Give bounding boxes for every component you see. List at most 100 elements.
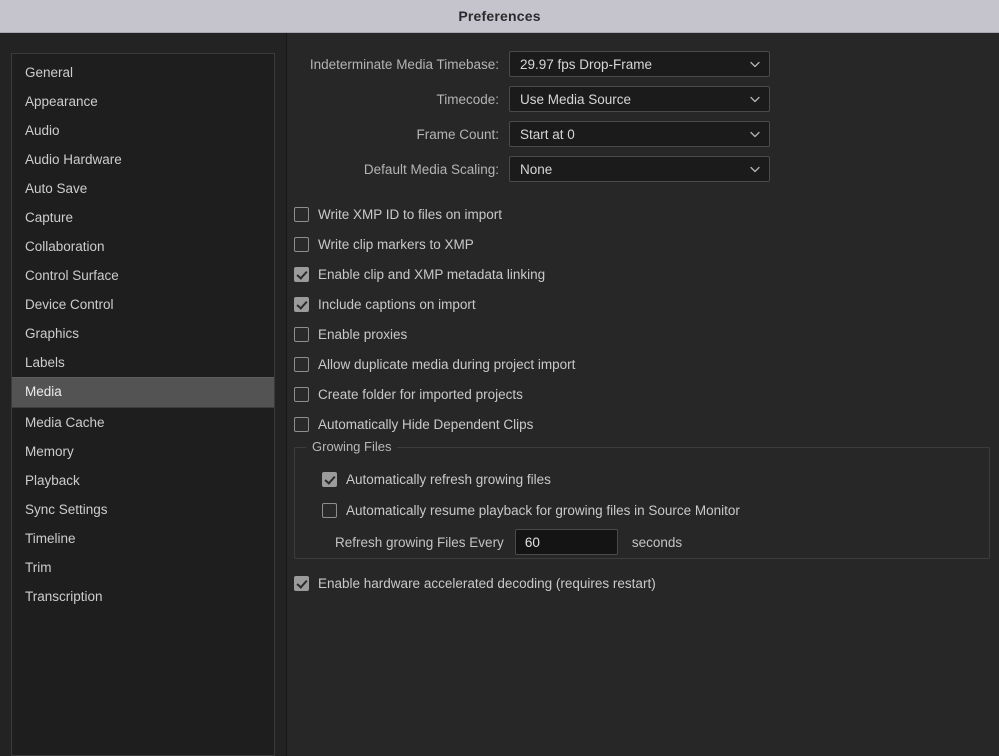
sidebar-item-playback[interactable]: Playback <box>12 466 274 495</box>
checkbox-label: Allow duplicate media during project imp… <box>318 356 576 372</box>
dropdown-indeterminate-media-timebase[interactable]: 29.97 fps Drop-Frame <box>509 51 770 77</box>
field-label: Indeterminate Media Timebase: <box>309 56 499 72</box>
chevron-down-icon <box>750 96 760 103</box>
checkbox-row-write-xmp-id-to-files-on-import[interactable]: Write XMP ID to files on import <box>294 201 999 227</box>
dropdown-timecode[interactable]: Use Media Source <box>509 86 770 112</box>
field-label: Frame Count: <box>416 126 499 142</box>
chevron-down-icon <box>750 131 760 138</box>
sidebar-item-label: Media <box>25 384 62 399</box>
chevron-down-icon <box>750 166 760 173</box>
sidebar-item-label: Sync Settings <box>25 502 108 517</box>
sidebar-item-label: Collaboration <box>25 239 105 254</box>
checkbox-label: Automatically resume playback for growin… <box>346 502 740 518</box>
sidebar-item-timeline[interactable]: Timeline <box>12 524 274 553</box>
checkbox-label: Automatically Hide Dependent Clips <box>318 416 534 432</box>
dialog-body: General Appearance Audio Audio Hardware Auto… <box>0 33 999 756</box>
sidebar-item-trim[interactable]: Trim <box>12 553 274 582</box>
sidebar-item-label: Auto Save <box>25 181 88 196</box>
field-row-timecode: Timecode: Use Media Source <box>287 86 999 112</box>
sidebar-item-auto-save[interactable]: Auto Save <box>12 174 274 203</box>
checkbox-row-enable-proxies[interactable]: Enable proxies <box>294 321 999 347</box>
field-label: Timecode: <box>436 91 499 107</box>
dropdown-selected-value: 29.97 fps Drop-Frame <box>520 56 653 72</box>
sidebar-item-labels[interactable]: Labels <box>12 348 274 377</box>
checkbox-label: Automatically refresh growing files <box>346 471 551 487</box>
refresh-interval-input[interactable]: 60 <box>514 529 618 555</box>
checkbox-checked-icon[interactable] <box>294 296 309 312</box>
checkbox-checked-icon[interactable] <box>294 575 309 591</box>
field-label: Default Media Scaling: <box>363 161 499 177</box>
sidebar-item-device-control[interactable]: Device Control <box>12 290 274 319</box>
checkbox-unchecked-icon[interactable] <box>294 326 309 342</box>
field-row-indeterminate-media-timebase: Indeterminate Media Timebase: 29.97 fps D… <box>287 51 999 77</box>
checkbox-unchecked-icon[interactable] <box>294 386 309 402</box>
checkbox-row-write-clip-markers-to-xmp[interactable]: Write clip markers to XMP <box>294 231 999 257</box>
sidebar-item-media[interactable]: Media <box>12 377 274 408</box>
checkbox-label: Create folder for imported projects <box>318 386 523 402</box>
media-checkbox-group: Write XMP ID to files on import Write cli… <box>287 191 999 437</box>
checkbox-row-include-captions-on-import[interactable]: Include captions on import <box>294 291 999 317</box>
dropdown-selected-value: None <box>520 161 553 177</box>
checkbox-row-enable-clip-and-xmp-metadata-linking[interactable]: Enable clip and XMP metadata linking <box>294 261 999 287</box>
checkbox-row-enable-hardware-accelerated-decoding-requires-restar[interactable]: Enable hardware accelerated decoding (re… <box>294 570 999 596</box>
sidebar-item-label: Memory <box>25 444 74 459</box>
sidebar-item-memory[interactable]: Memory <box>12 437 274 466</box>
sidebar-item-label: Graphics <box>25 326 80 341</box>
refresh-interval-label: Refresh growing Files Every <box>335 534 504 550</box>
checkbox-label: Write clip markers to XMP <box>318 236 474 252</box>
sidebar-item-label: General <box>25 65 74 80</box>
checkbox-row-automatically-resume-playback-for-growing-files-in-s[interactable]: Automatically resume playback for growin… <box>322 497 975 523</box>
preferences-category-list[interactable]: General Appearance Audio Audio Hardware Auto… <box>11 53 275 756</box>
sidebar-item-label: Playback <box>25 473 80 488</box>
sidebar-item-label: Capture <box>25 210 74 225</box>
dialog-titlebar: Preferences <box>0 0 999 33</box>
sidebar-container: General Appearance Audio Audio Hardware Auto… <box>0 33 287 756</box>
field-row-default-media-scaling: Default Media Scaling: None <box>287 156 999 182</box>
checkbox-unchecked-icon[interactable] <box>294 416 309 432</box>
hardware-decoding-row: Enable hardware accelerated decoding (re… <box>287 559 999 596</box>
sidebar-item-sync-settings[interactable]: Sync Settings <box>12 495 274 524</box>
growing-files-group: Growing Files Automatically refresh grow… <box>294 439 990 559</box>
dropdown-frame-count[interactable]: Start at 0 <box>509 121 770 147</box>
sidebar-item-label: Timeline <box>25 531 76 546</box>
sidebar-item-general[interactable]: General <box>12 58 274 87</box>
sidebar-item-appearance[interactable]: Appearance <box>12 87 274 116</box>
sidebar-item-label: Trim <box>25 560 52 575</box>
checkbox-row-automatically-hide-dependent-clips[interactable]: Automatically Hide Dependent Clips <box>294 411 999 437</box>
dropdown-default-media-scaling[interactable]: None <box>509 156 770 182</box>
sidebar-item-audio[interactable]: Audio <box>12 116 274 145</box>
checkbox-row-automatically-refresh-growing-files[interactable]: Automatically refresh growing files <box>322 466 975 492</box>
checkbox-checked-icon[interactable] <box>294 266 309 282</box>
checkbox-row-allow-duplicate-media-during-project-import[interactable]: Allow duplicate media during project imp… <box>294 351 999 377</box>
sidebar-item-transcription[interactable]: Transcription <box>12 582 274 611</box>
refresh-interval-unit: seconds <box>631 534 683 550</box>
sidebar-item-control-surface[interactable]: Control Surface <box>12 261 274 290</box>
checkbox-label: Enable hardware accelerated decoding (re… <box>318 575 656 591</box>
field-row-frame-count: Frame Count: Start at 0 <box>287 121 999 147</box>
checkbox-row-create-folder-for-imported-projects[interactable]: Create folder for imported projects <box>294 381 999 407</box>
sidebar-item-label: Audio <box>25 123 60 138</box>
sidebar-item-label: Control Surface <box>25 268 119 283</box>
sidebar-item-graphics[interactable]: Graphics <box>12 319 274 348</box>
checkbox-unchecked-icon[interactable] <box>294 236 309 252</box>
checkbox-label: Enable clip and XMP metadata linking <box>318 266 546 282</box>
chevron-down-icon <box>750 61 760 68</box>
dropdown-selected-value: Use Media Source <box>520 91 632 107</box>
checkbox-unchecked-icon[interactable] <box>322 502 337 518</box>
sidebar-item-audio-hardware[interactable]: Audio Hardware <box>12 145 274 174</box>
sidebar-item-label: Labels <box>25 355 65 370</box>
sidebar-item-label: Appearance <box>25 94 98 109</box>
sidebar-item-media-cache[interactable]: Media Cache <box>12 408 274 437</box>
dropdown-selected-value: Start at 0 <box>520 126 575 142</box>
checkbox-checked-icon[interactable] <box>322 471 337 487</box>
dropdown-settings-group: Indeterminate Media Timebase: 29.97 fps D… <box>287 33 999 182</box>
media-preferences-panel: Indeterminate Media Timebase: 29.97 fps D… <box>287 33 999 756</box>
sidebar-item-capture[interactable]: Capture <box>12 203 274 232</box>
refresh-interval-row: Refresh growing Files Every 60 seconds <box>309 529 975 555</box>
sidebar-item-label: Audio Hardware <box>25 152 122 167</box>
growing-files-group-title: Growing Files <box>306 439 398 454</box>
sidebar-item-collaboration[interactable]: Collaboration <box>12 232 274 261</box>
checkbox-label: Include captions on import <box>318 296 476 312</box>
checkbox-unchecked-icon[interactable] <box>294 356 309 372</box>
checkbox-unchecked-icon[interactable] <box>294 206 309 222</box>
